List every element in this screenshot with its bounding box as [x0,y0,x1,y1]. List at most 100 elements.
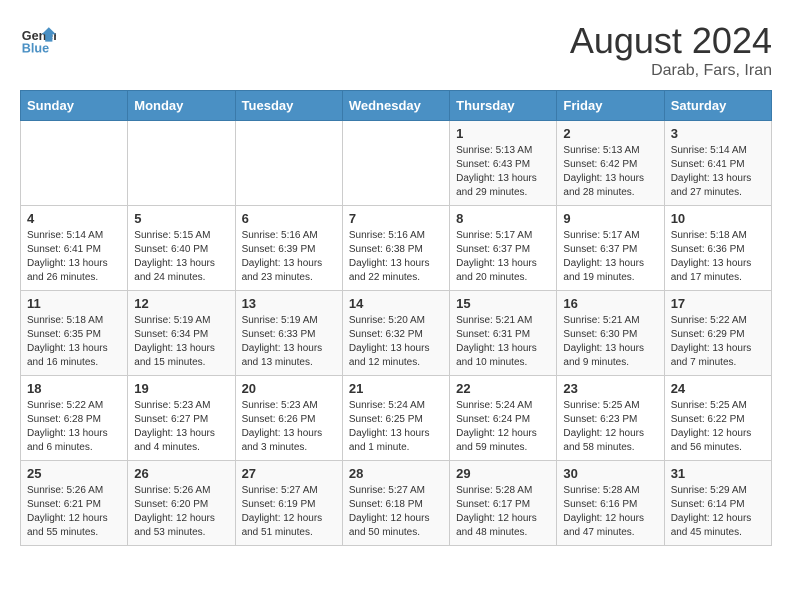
calendar-day-cell: 23 Sunrise: 5:25 AM Sunset: 6:23 PM Dayli… [557,376,664,461]
day-number: 5 [134,211,228,226]
calendar-day-cell: 3 Sunrise: 5:14 AM Sunset: 6:41 PM Daylig… [664,121,771,206]
day-info: Sunrise: 5:17 AM Sunset: 6:37 PM Dayligh… [563,229,657,285]
day-number: 30 [563,466,657,481]
day-info: Sunrise: 5:23 AM Sunset: 6:26 PM Dayligh… [242,399,336,455]
weekday-header: Saturday [664,91,771,121]
day-info: Sunrise: 5:20 AM Sunset: 6:32 PM Dayligh… [349,314,443,370]
svg-text:Blue: Blue [22,41,49,55]
calendar-day-cell: 1 Sunrise: 5:13 AM Sunset: 6:43 PM Daylig… [450,121,557,206]
calendar-day-cell: 8 Sunrise: 5:17 AM Sunset: 6:37 PM Daylig… [450,206,557,291]
logo-icon: General Blue [20,20,56,56]
day-info: Sunrise: 5:29 AM Sunset: 6:14 PM Dayligh… [671,484,765,540]
day-number: 4 [27,211,121,226]
day-info: Sunrise: 5:21 AM Sunset: 6:31 PM Dayligh… [456,314,550,370]
calendar-week-row: 1 Sunrise: 5:13 AM Sunset: 6:43 PM Daylig… [21,121,772,206]
day-info: Sunrise: 5:24 AM Sunset: 6:24 PM Dayligh… [456,399,550,455]
day-number: 16 [563,296,657,311]
calendar-week-row: 18 Sunrise: 5:22 AM Sunset: 6:28 PM Dayli… [21,376,772,461]
calendar-day-cell: 18 Sunrise: 5:22 AM Sunset: 6:28 PM Dayli… [21,376,128,461]
day-info: Sunrise: 5:21 AM Sunset: 6:30 PM Dayligh… [563,314,657,370]
calendar-day-cell [128,121,235,206]
day-info: Sunrise: 5:16 AM Sunset: 6:38 PM Dayligh… [349,229,443,285]
title-block: August 2024 Darab, Fars, Iran [570,20,772,80]
calendar-table: SundayMondayTuesdayWednesdayThursdayFrid… [20,90,772,546]
day-info: Sunrise: 5:24 AM Sunset: 6:25 PM Dayligh… [349,399,443,455]
day-info: Sunrise: 5:23 AM Sunset: 6:27 PM Dayligh… [134,399,228,455]
weekday-header: Friday [557,91,664,121]
calendar-day-cell: 30 Sunrise: 5:28 AM Sunset: 6:16 PM Dayli… [557,461,664,546]
calendar-day-cell: 7 Sunrise: 5:16 AM Sunset: 6:38 PM Daylig… [342,206,449,291]
day-info: Sunrise: 5:14 AM Sunset: 6:41 PM Dayligh… [671,144,765,200]
day-info: Sunrise: 5:16 AM Sunset: 6:39 PM Dayligh… [242,229,336,285]
day-info: Sunrise: 5:19 AM Sunset: 6:34 PM Dayligh… [134,314,228,370]
month-year-title: August 2024 [570,20,772,62]
day-info: Sunrise: 5:13 AM Sunset: 6:42 PM Dayligh… [563,144,657,200]
day-number: 10 [671,211,765,226]
day-number: 18 [27,381,121,396]
page-header: General Blue August 2024 Darab, Fars, Ir… [20,20,772,80]
calendar-day-cell [21,121,128,206]
day-number: 12 [134,296,228,311]
calendar-day-cell: 2Sunrise: 5:13 AM Sunset: 6:42 PM Daylig… [557,121,664,206]
day-number: 17 [671,296,765,311]
calendar-day-cell [235,121,342,206]
calendar-week-row: 11Sunrise: 5:18 AM Sunset: 6:35 PM Dayli… [21,291,772,376]
day-info: Sunrise: 5:28 AM Sunset: 6:17 PM Dayligh… [456,484,550,540]
weekday-header: Tuesday [235,91,342,121]
day-info: Sunrise: 5:13 AM Sunset: 6:43 PM Dayligh… [456,144,550,200]
calendar-day-cell: 20 Sunrise: 5:23 AM Sunset: 6:26 PM Dayli… [235,376,342,461]
calendar-day-cell: 9 Sunrise: 5:17 AM Sunset: 6:37 PM Daylig… [557,206,664,291]
calendar-day-cell: 5 Sunrise: 5:15 AM Sunset: 6:40 PM Daylig… [128,206,235,291]
day-info: Sunrise: 5:27 AM Sunset: 6:19 PM Dayligh… [242,484,336,540]
day-number: 20 [242,381,336,396]
day-number: 8 [456,211,550,226]
location-subtitle: Darab, Fars, Iran [570,62,772,80]
day-info: Sunrise: 5:26 AM Sunset: 6:20 PM Dayligh… [134,484,228,540]
calendar-day-cell: 17Sunrise: 5:22 AM Sunset: 6:29 PM Dayli… [664,291,771,376]
day-info: Sunrise: 5:18 AM Sunset: 6:35 PM Dayligh… [27,314,121,370]
day-info: Sunrise: 5:26 AM Sunset: 6:21 PM Dayligh… [27,484,121,540]
day-number: 7 [349,211,443,226]
calendar-day-cell: 15 Sunrise: 5:21 AM Sunset: 6:31 PM Dayli… [450,291,557,376]
day-number: 1 [456,126,550,141]
day-number: 9 [563,211,657,226]
calendar-day-cell: 27 Sunrise: 5:27 AM Sunset: 6:19 PM Dayli… [235,461,342,546]
day-info: Sunrise: 5:25 AM Sunset: 6:23 PM Dayligh… [563,399,657,455]
weekday-header: Sunday [21,91,128,121]
day-number: 31 [671,466,765,481]
calendar-day-cell: 6 Sunrise: 5:16 AM Sunset: 6:39 PM Daylig… [235,206,342,291]
logo: General Blue [20,20,56,56]
day-info: Sunrise: 5:14 AM Sunset: 6:41 PM Dayligh… [27,229,121,285]
calendar-week-row: 4 Sunrise: 5:14 AM Sunset: 6:41 PM Daylig… [21,206,772,291]
calendar-day-cell: 12 Sunrise: 5:19 AM Sunset: 6:34 PM Dayli… [128,291,235,376]
weekday-header: Thursday [450,91,557,121]
calendar-week-row: 25 Sunrise: 5:26 AM Sunset: 6:21 PM Dayli… [21,461,772,546]
day-info: Sunrise: 5:27 AM Sunset: 6:18 PM Dayligh… [349,484,443,540]
day-info: Sunrise: 5:17 AM Sunset: 6:37 PM Dayligh… [456,229,550,285]
day-info: Sunrise: 5:15 AM Sunset: 6:40 PM Dayligh… [134,229,228,285]
calendar-day-cell: 21 Sunrise: 5:24 AM Sunset: 6:25 PM Dayli… [342,376,449,461]
day-number: 29 [456,466,550,481]
day-number: 27 [242,466,336,481]
day-number: 28 [349,466,443,481]
calendar-day-cell [342,121,449,206]
day-info: Sunrise: 5:25 AM Sunset: 6:22 PM Dayligh… [671,399,765,455]
calendar-day-cell: 4 Sunrise: 5:14 AM Sunset: 6:41 PM Daylig… [21,206,128,291]
day-info: Sunrise: 5:22 AM Sunset: 6:28 PM Dayligh… [27,399,121,455]
day-number: 6 [242,211,336,226]
day-number: 26 [134,466,228,481]
day-number: 15 [456,296,550,311]
day-number: 3 [671,126,765,141]
day-info: Sunrise: 5:28 AM Sunset: 6:16 PM Dayligh… [563,484,657,540]
day-number: 23 [563,381,657,396]
calendar-day-cell: 28 Sunrise: 5:27 AM Sunset: 6:18 PM Dayli… [342,461,449,546]
calendar-day-cell: 11Sunrise: 5:18 AM Sunset: 6:35 PM Dayli… [21,291,128,376]
calendar-day-cell: 29 Sunrise: 5:28 AM Sunset: 6:17 PM Dayli… [450,461,557,546]
calendar-day-cell: 26 Sunrise: 5:26 AM Sunset: 6:20 PM Dayli… [128,461,235,546]
day-number: 21 [349,381,443,396]
calendar-day-cell: 19Sunrise: 5:23 AM Sunset: 6:27 PM Dayli… [128,376,235,461]
calendar-day-cell: 24Sunrise: 5:25 AM Sunset: 6:22 PM Dayli… [664,376,771,461]
day-number: 22 [456,381,550,396]
day-number: 14 [349,296,443,311]
day-number: 25 [27,466,121,481]
